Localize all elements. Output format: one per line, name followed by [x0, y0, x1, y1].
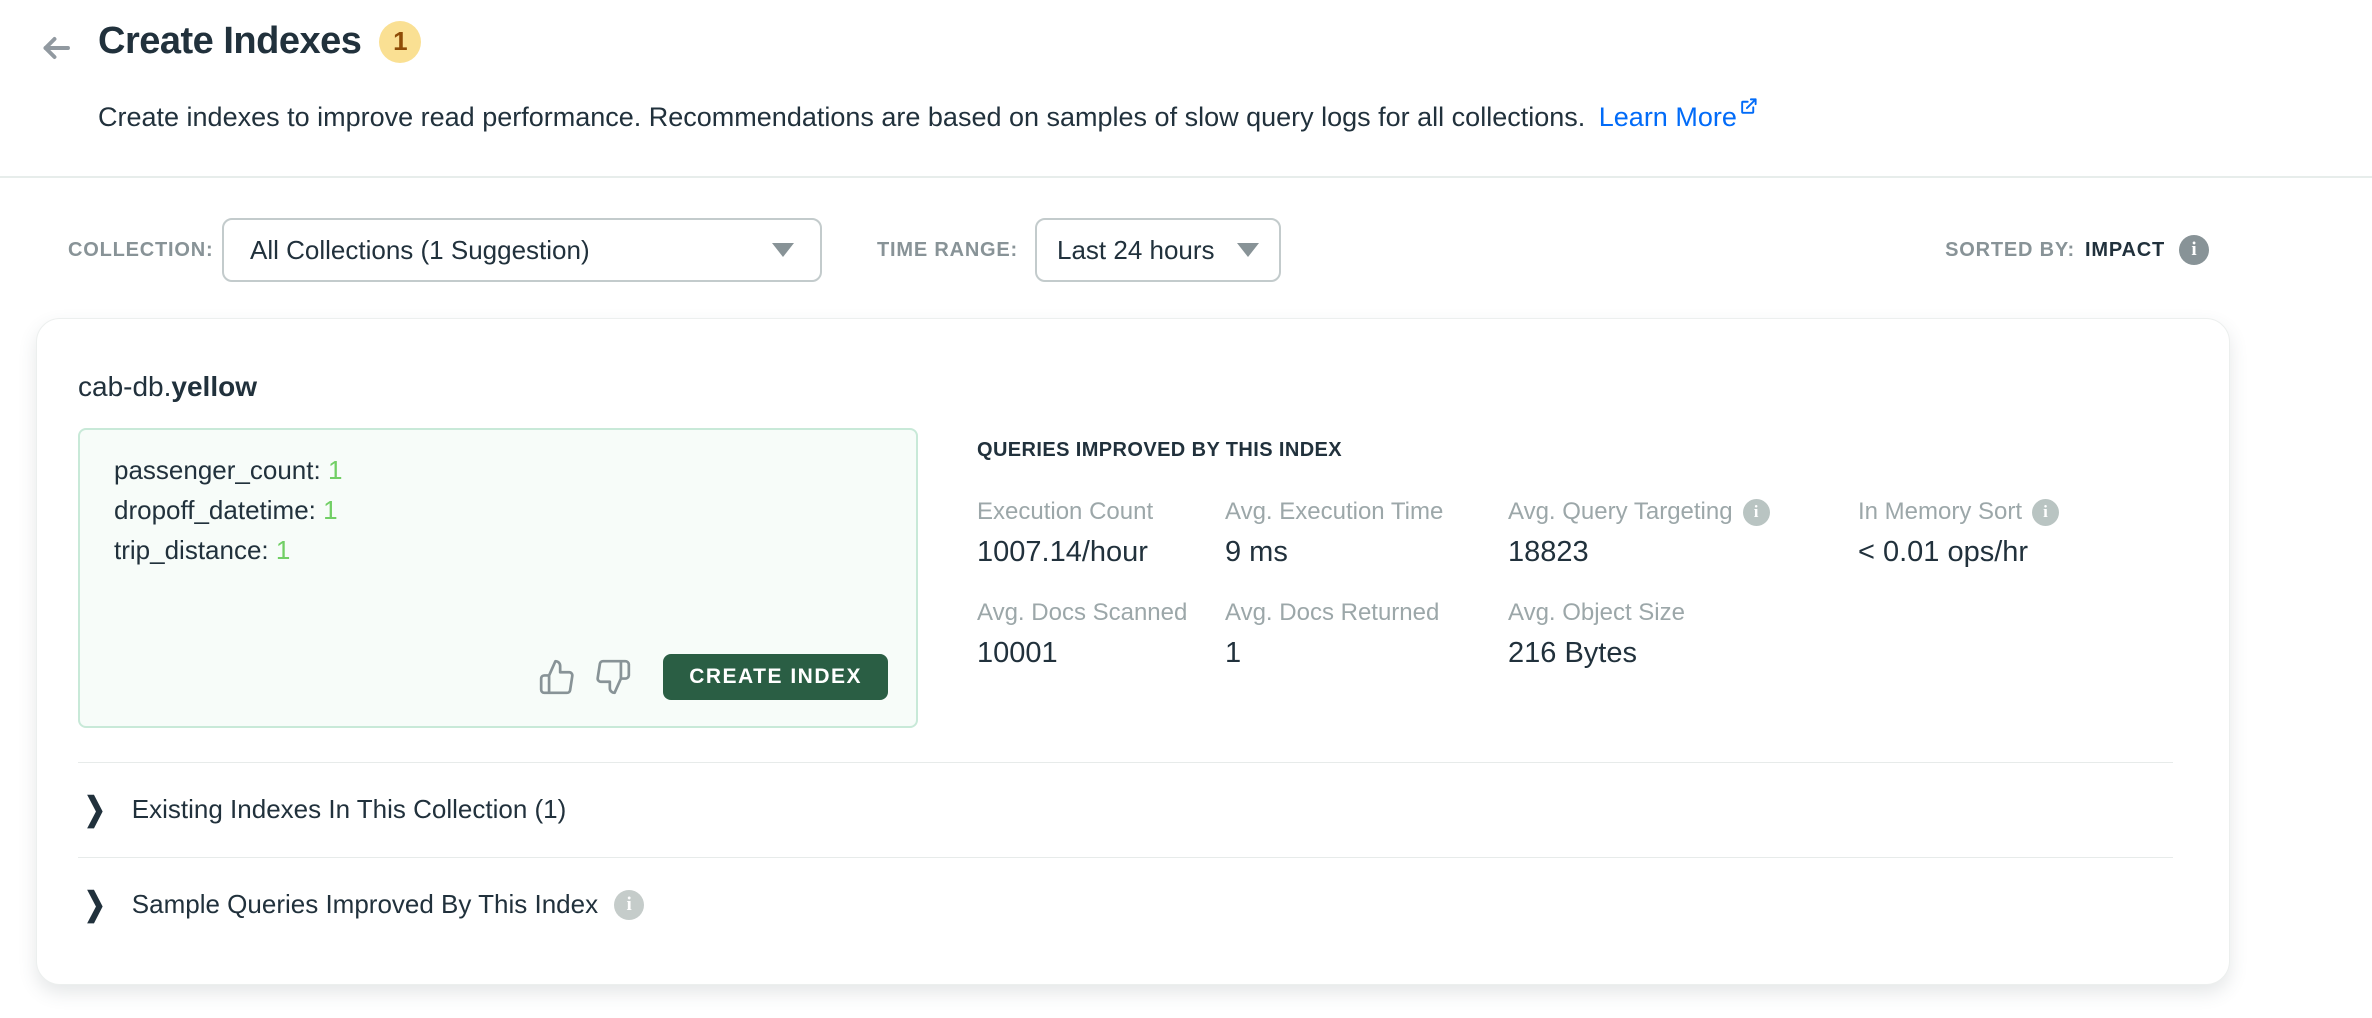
thumbs-up-icon — [538, 658, 576, 696]
create-index-button[interactable]: CREATE INDEX — [663, 654, 888, 700]
sorted-by-value: IMPACT — [2085, 239, 2165, 262]
namespace-db: cab-db. — [78, 371, 171, 402]
suggested-index-box: passenger_count: 1 dropoff_datetime: 1 t… — [78, 428, 918, 728]
create-indexes-page: Create Indexes 1 Create indexes to impro… — [0, 0, 2372, 1018]
namespace-title: cab-db.yellow — [78, 371, 257, 403]
chevron-right-icon: ❯ — [84, 790, 106, 829]
index-field: trip_distance: 1 — [114, 530, 916, 570]
learn-more-link[interactable]: Learn More — [1599, 102, 1737, 132]
page-title: Create Indexes — [98, 20, 361, 63]
index-field-list: passenger_count: 1 dropoff_datetime: 1 t… — [80, 430, 916, 570]
sample-queries-label: Sample Queries Improved By This Index — [132, 889, 598, 920]
index-field: passenger_count: 1 — [114, 450, 916, 490]
thumbs-down-button[interactable] — [593, 657, 633, 697]
sample-queries-info-icon[interactable]: i — [614, 890, 644, 920]
page-description: Create indexes to improve read performan… — [98, 92, 1758, 133]
suggestion-count-badge: 1 — [379, 21, 421, 63]
queries-improved-title: QUERIES IMPROVED BY THIS INDEX — [977, 439, 2217, 462]
in-memory-sort-info-icon[interactable]: i — [2032, 499, 2059, 526]
page-description-text: Create indexes to improve read performan… — [98, 102, 1585, 132]
filter-bar: COLLECTION: All Collections (1 Suggestio… — [0, 218, 2372, 282]
stat-in-memory-sort: In Memory Sorti < 0.01 ops/hr — [1858, 498, 2217, 569]
time-range-select-value: Last 24 hours — [1057, 235, 1215, 266]
thumbs-up-button[interactable] — [537, 657, 577, 697]
collection-select[interactable]: All Collections (1 Suggestion) — [222, 218, 822, 282]
external-link-icon — [1739, 92, 1758, 123]
stat-avg-docs-scanned: Avg. Docs Scanned 10001 — [977, 599, 1225, 670]
header-divider — [0, 176, 2372, 178]
existing-indexes-label: Existing Indexes In This Collection (1) — [132, 794, 567, 825]
stats-grid: Execution Count 1007.14/hour Avg. Execut… — [977, 498, 2217, 670]
thumbs-down-icon — [594, 658, 632, 696]
collection-select-value: All Collections (1 Suggestion) — [250, 235, 590, 266]
sorted-by-label: SORTED BY: — [1945, 239, 2075, 262]
caret-down-icon — [772, 243, 794, 257]
chevron-right-icon: ❯ — [84, 885, 106, 924]
queries-improved-panel: QUERIES IMPROVED BY THIS INDEX Execution… — [977, 439, 2217, 670]
stat-avg-query-targeting: Avg. Query Targetingi 18823 — [1508, 498, 1858, 569]
time-range-filter-label: TIME RANGE: — [877, 218, 1018, 282]
index-suggestion-card: cab-db.yellow passenger_count: 1 dropoff… — [36, 318, 2230, 985]
existing-indexes-section-toggle[interactable]: ❯ Existing Indexes In This Collection (1… — [78, 762, 2173, 857]
stat-avg-execution-time: Avg. Execution Time 9 ms — [1225, 498, 1508, 569]
sorted-by-group: SORTED BY: IMPACT i — [1945, 218, 2209, 282]
back-button[interactable] — [36, 28, 76, 68]
collection-filter-label: COLLECTION: — [68, 218, 213, 282]
suggestion-actions: CREATE INDEX — [537, 654, 888, 700]
namespace-collection: yellow — [171, 371, 257, 402]
stat-execution-count: Execution Count 1007.14/hour — [977, 498, 1225, 569]
query-targeting-info-icon[interactable]: i — [1743, 499, 1770, 526]
index-field: dropoff_datetime: 1 — [114, 490, 916, 530]
stat-avg-docs-returned: Avg. Docs Returned 1 — [1225, 599, 1508, 670]
sorted-by-info-icon[interactable]: i — [2179, 235, 2209, 265]
caret-down-icon — [1237, 243, 1259, 257]
back-arrow-icon — [38, 30, 74, 66]
time-range-select[interactable]: Last 24 hours — [1035, 218, 1281, 282]
stat-avg-object-size: Avg. Object Size 216 Bytes — [1508, 599, 1858, 670]
sample-queries-section-toggle[interactable]: ❯ Sample Queries Improved By This Index … — [78, 857, 2173, 952]
